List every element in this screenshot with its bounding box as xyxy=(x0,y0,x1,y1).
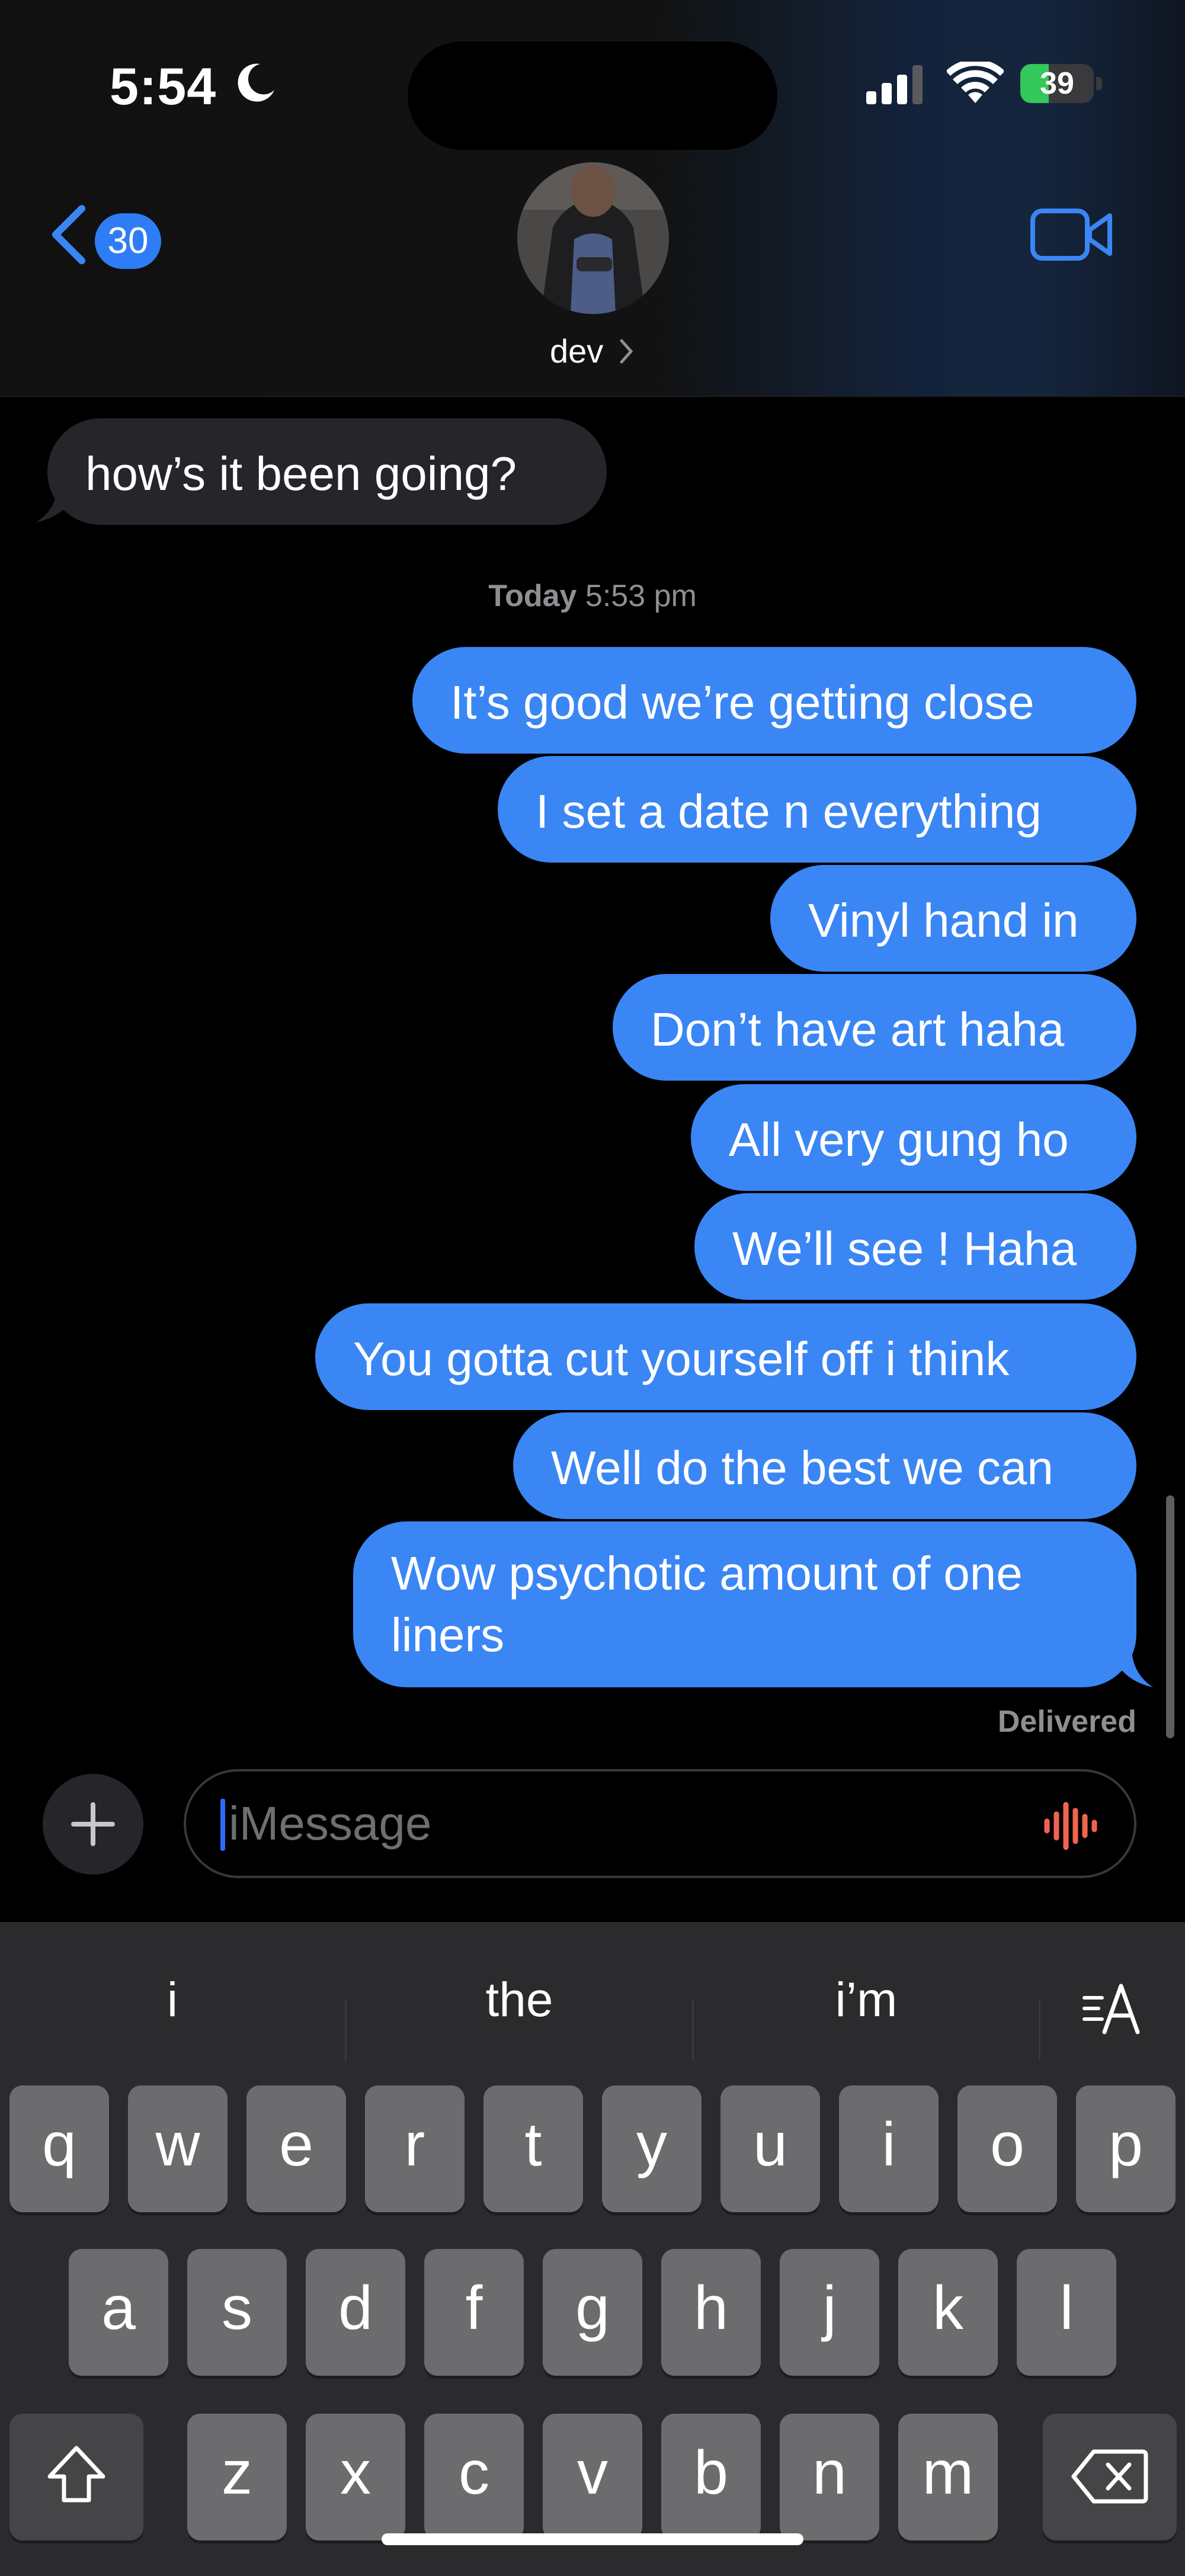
contact-avatar[interactable] xyxy=(517,162,669,314)
outgoing-message[interactable]: It’s good we’re getting close xyxy=(412,647,1136,754)
key-z[interactable]: z xyxy=(187,2414,287,2540)
key-v[interactable]: v xyxy=(543,2414,642,2540)
message-line: Wow psychotic amount of one xyxy=(391,1547,1023,1600)
scrollbar[interactable] xyxy=(1166,1495,1174,1738)
key-s[interactable]: s xyxy=(187,2249,287,2376)
key-l[interactable]: l xyxy=(1017,2249,1116,2376)
key-t[interactable]: t xyxy=(483,2085,583,2212)
outgoing-message[interactable]: Wow psychotic amount of one liners xyxy=(353,1521,1136,1687)
suggestion-item[interactable]: i xyxy=(0,1922,345,2064)
key-w[interactable]: w xyxy=(128,2085,228,2212)
outgoing-message[interactable]: Vinyl hand in xyxy=(770,865,1136,972)
conversation-header: 5:54 39 30 dev xyxy=(0,0,1185,397)
message-input[interactable] xyxy=(222,1794,999,1853)
delete-key[interactable] xyxy=(1043,2414,1177,2540)
timestamp-time: 5:53 pm xyxy=(585,579,697,613)
moon-icon xyxy=(238,63,274,102)
dynamic-island xyxy=(408,41,777,150)
home-indicator[interactable] xyxy=(382,2533,803,2545)
key-f[interactable]: f xyxy=(424,2249,524,2376)
battery-indicator: 39 xyxy=(1020,64,1103,103)
back-button[interactable]: 30 xyxy=(47,201,178,269)
suggestion-item[interactable]: the xyxy=(347,1922,692,2064)
battery-percent: 39 xyxy=(1040,66,1074,101)
suggestion-item[interactable]: i’m xyxy=(694,1922,1039,2064)
waveform-icon[interactable] xyxy=(1042,1800,1099,1852)
outgoing-message[interactable]: All very gung ho xyxy=(691,1084,1136,1191)
key-o[interactable]: o xyxy=(957,2085,1057,2212)
status-time: 5:54 xyxy=(110,57,217,116)
key-q[interactable]: q xyxy=(9,2085,109,2212)
plus-icon xyxy=(71,1802,115,1846)
delete-icon xyxy=(1071,2449,1148,2504)
key-j[interactable]: j xyxy=(780,2249,879,2376)
delivery-status: Delivered xyxy=(997,1704,1136,1739)
message-line: liners xyxy=(391,1609,505,1661)
chevron-right-icon xyxy=(620,339,633,364)
contact-name[interactable]: dev xyxy=(550,332,603,370)
key-g[interactable]: g xyxy=(543,2249,642,2376)
bubble-tail xyxy=(1108,1647,1153,1687)
shift-key[interactable] xyxy=(9,2414,143,2540)
chevron-left-icon xyxy=(52,205,85,264)
key-d[interactable]: d xyxy=(306,2249,405,2376)
outgoing-message[interactable]: We’ll see ! Haha xyxy=(694,1193,1136,1300)
add-attachment-button[interactable] xyxy=(43,1774,143,1875)
video-camera-icon[interactable] xyxy=(1030,206,1114,263)
key-i[interactable]: i xyxy=(839,2085,939,2212)
key-k[interactable]: k xyxy=(898,2249,998,2376)
message-input-field[interactable] xyxy=(184,1769,1136,1878)
key-p[interactable]: p xyxy=(1076,2085,1176,2212)
timestamp-day: Today xyxy=(488,579,577,613)
unread-count-badge: 30 xyxy=(95,213,161,269)
key-h[interactable]: h xyxy=(661,2249,761,2376)
key-n[interactable]: n xyxy=(780,2414,879,2540)
key-m[interactable]: m xyxy=(898,2414,998,2540)
key-u[interactable]: u xyxy=(720,2085,820,2212)
shift-icon xyxy=(47,2446,105,2503)
key-y[interactable]: y xyxy=(602,2085,702,2212)
message-timestamp: Today 5:53 pm xyxy=(0,578,1185,614)
key-e[interactable]: e xyxy=(246,2085,346,2212)
key-b[interactable]: b xyxy=(661,2414,761,2540)
cellular-signal-icon xyxy=(866,65,923,104)
incoming-message[interactable]: how’s it been going? xyxy=(47,418,607,525)
outgoing-message[interactable]: Don’t have art haha xyxy=(613,974,1136,1081)
key-a[interactable]: a xyxy=(69,2249,168,2376)
wifi-icon xyxy=(947,62,1004,103)
keyboard: i the i’m q w e r t y u i o p a s d f g … xyxy=(0,1922,1185,2576)
outgoing-message[interactable]: You gotta cut yourself off i think xyxy=(315,1303,1136,1410)
key-c[interactable]: c xyxy=(424,2414,524,2540)
outgoing-message[interactable]: I set a date n everything xyxy=(498,756,1136,863)
key-x[interactable]: x xyxy=(306,2414,405,2540)
predictive-text-bar: i the i’m xyxy=(0,1922,1185,2064)
key-r[interactable]: r xyxy=(365,2085,465,2212)
outgoing-message[interactable]: Well do the best we can xyxy=(513,1412,1136,1519)
text-format-icon[interactable] xyxy=(1082,1978,1144,2039)
